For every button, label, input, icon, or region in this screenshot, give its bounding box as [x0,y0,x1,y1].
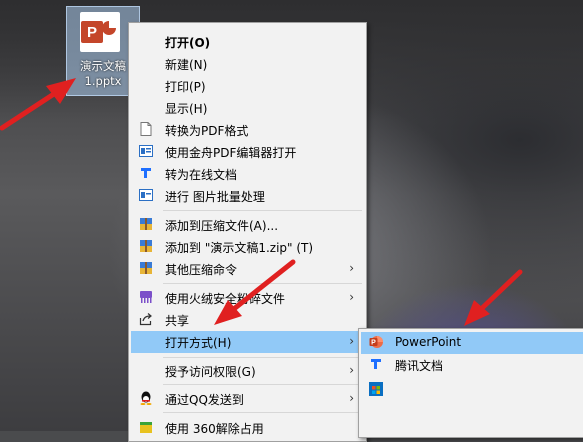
annotation-arrows [0,78,523,326]
red-arrow-icon [214,259,296,325]
red-arrow-icon [0,78,76,131]
red-arrow-icon [464,269,523,326]
